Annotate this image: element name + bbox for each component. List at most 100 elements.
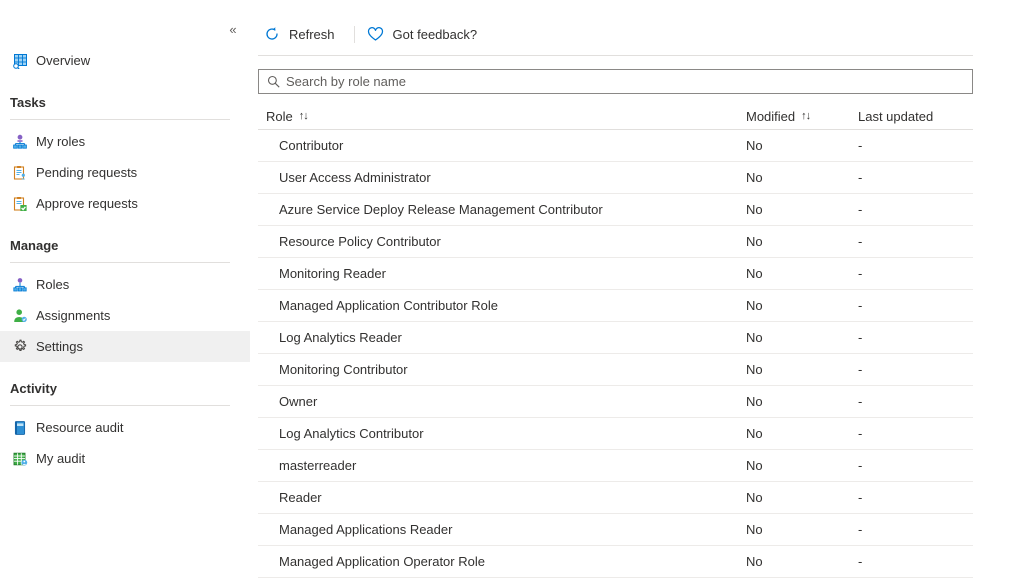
assignments-icon bbox=[10, 306, 30, 326]
sort-icon: ↑↓ bbox=[801, 110, 810, 122]
search-area bbox=[258, 69, 973, 94]
spreadsheet-icon bbox=[10, 449, 30, 469]
table-row[interactable]: User Access AdministratorNo- bbox=[258, 162, 973, 194]
cell-role: Azure Service Deploy Release Management … bbox=[258, 202, 746, 217]
cell-role: Managed Applications Reader bbox=[258, 522, 746, 537]
cell-last-updated: - bbox=[858, 394, 973, 409]
sidebar-section-title-manage: Manage bbox=[0, 236, 250, 256]
sidebar-item-settings[interactable]: Settings bbox=[0, 331, 250, 362]
cell-modified: No bbox=[746, 298, 858, 313]
cell-last-updated: - bbox=[858, 330, 973, 345]
book-icon bbox=[10, 418, 30, 438]
table-header-row: Role ↑↓ Modified ↑↓ Last updated bbox=[258, 103, 973, 130]
people-icon bbox=[10, 132, 30, 152]
azure-pim-roles-page: « Overview Tasks bbox=[0, 0, 1011, 587]
search-input[interactable] bbox=[286, 74, 972, 89]
cell-last-updated: - bbox=[858, 554, 973, 569]
sidebar: « Overview Tasks bbox=[0, 0, 250, 587]
column-header-modified[interactable]: Modified ↑↓ bbox=[746, 109, 858, 124]
column-header-role[interactable]: Role ↑↓ bbox=[258, 109, 746, 124]
cell-role: Monitoring Reader bbox=[258, 266, 746, 281]
cell-modified: No bbox=[746, 362, 858, 377]
command-separator bbox=[354, 26, 355, 43]
table-row[interactable]: OwnerNo- bbox=[258, 386, 973, 418]
sidebar-item-my-roles[interactable]: My roles bbox=[0, 126, 250, 157]
sidebar-item-my-audit[interactable]: My audit bbox=[0, 443, 250, 474]
clipboard-approve-icon bbox=[10, 194, 30, 214]
sidebar-collapse-button[interactable]: « bbox=[222, 18, 244, 40]
column-header-label: Last updated bbox=[858, 109, 933, 124]
feedback-button[interactable]: Got feedback? bbox=[364, 20, 488, 48]
chevron-double-left-icon: « bbox=[229, 22, 236, 37]
cell-last-updated: - bbox=[858, 458, 973, 473]
search-icon bbox=[266, 75, 280, 89]
cell-modified: No bbox=[746, 234, 858, 249]
cell-last-updated: - bbox=[858, 490, 973, 505]
cell-last-updated: - bbox=[858, 234, 973, 249]
feedback-label: Got feedback? bbox=[393, 27, 478, 42]
column-header-last-updated[interactable]: Last updated bbox=[858, 109, 973, 124]
command-bar: Refresh Got feedback? bbox=[250, 17, 1011, 51]
cell-role: Managed Application Operator Role bbox=[258, 554, 746, 569]
cell-last-updated: - bbox=[858, 266, 973, 281]
table-row[interactable]: Monitoring ReaderNo- bbox=[258, 258, 973, 290]
heart-icon bbox=[366, 24, 386, 44]
cell-role: masterreader bbox=[258, 458, 746, 473]
sidebar-item-label: Settings bbox=[36, 339, 83, 354]
cell-role: Resource Policy Contributor bbox=[258, 234, 746, 249]
roles-icon bbox=[10, 275, 30, 295]
sidebar-item-resource-audit[interactable]: Resource audit bbox=[0, 412, 250, 443]
refresh-button[interactable]: Refresh bbox=[260, 20, 345, 48]
sidebar-section-title-activity: Activity bbox=[0, 379, 250, 399]
sidebar-item-label: My roles bbox=[36, 134, 85, 149]
cell-last-updated: - bbox=[858, 298, 973, 313]
cell-role: Reader bbox=[258, 490, 746, 505]
cell-modified: No bbox=[746, 458, 858, 473]
cell-role: Contributor bbox=[258, 138, 746, 153]
cell-modified: No bbox=[746, 426, 858, 441]
cell-role: Log Analytics Contributor bbox=[258, 426, 746, 441]
cell-role: Managed Application Contributor Role bbox=[258, 298, 746, 313]
table-row[interactable]: ReaderNo- bbox=[258, 482, 973, 514]
main-content: Refresh Got feedback? bbox=[250, 0, 1011, 587]
sidebar-item-label: Resource audit bbox=[36, 420, 123, 435]
table-row[interactable]: Log Analytics ContributorNo- bbox=[258, 418, 973, 450]
table-row[interactable]: Managed Application Contributor RoleNo- bbox=[258, 290, 973, 322]
sidebar-item-label: My audit bbox=[36, 451, 85, 466]
sidebar-item-roles[interactable]: Roles bbox=[0, 269, 250, 300]
table-row[interactable]: masterreaderNo- bbox=[258, 450, 973, 482]
sidebar-item-label: Overview bbox=[36, 53, 90, 68]
cell-modified: No bbox=[746, 138, 858, 153]
toolbar-divider bbox=[258, 55, 973, 56]
clipboard-pending-icon bbox=[10, 163, 30, 183]
cell-modified: No bbox=[746, 394, 858, 409]
cell-modified: No bbox=[746, 554, 858, 569]
sidebar-section-title-tasks: Tasks bbox=[0, 93, 250, 113]
sidebar-item-assignments[interactable]: Assignments bbox=[0, 300, 250, 331]
sort-icon: ↑↓ bbox=[299, 110, 308, 122]
cell-modified: No bbox=[746, 490, 858, 505]
table-row[interactable]: Monitoring ContributorNo- bbox=[258, 354, 973, 386]
table-row[interactable]: Log Analytics ReaderNo- bbox=[258, 322, 973, 354]
cell-modified: No bbox=[746, 266, 858, 281]
table-row[interactable]: Managed Application Operator RoleNo- bbox=[258, 546, 973, 578]
sidebar-item-label: Assignments bbox=[36, 308, 110, 323]
sidebar-item-pending-requests[interactable]: Pending requests bbox=[0, 157, 250, 188]
table-row[interactable]: Resource Policy ContributorNo- bbox=[258, 226, 973, 258]
sidebar-item-approve-requests[interactable]: Approve requests bbox=[0, 188, 250, 219]
search-box[interactable] bbox=[258, 69, 973, 94]
cell-last-updated: - bbox=[858, 522, 973, 537]
column-header-label: Role bbox=[266, 109, 293, 124]
table-row[interactable]: ContributorNo- bbox=[258, 130, 973, 162]
sidebar-item-overview[interactable]: Overview bbox=[0, 45, 250, 76]
sidebar-section-divider bbox=[10, 262, 230, 263]
cell-last-updated: - bbox=[858, 170, 973, 185]
cell-last-updated: - bbox=[858, 426, 973, 441]
cell-role: User Access Administrator bbox=[258, 170, 746, 185]
sidebar-section-divider bbox=[10, 119, 230, 120]
table-row[interactable]: Managed Applications ReaderNo- bbox=[258, 514, 973, 546]
refresh-icon bbox=[262, 24, 282, 44]
cell-modified: No bbox=[746, 170, 858, 185]
table-row[interactable]: Azure Service Deploy Release Management … bbox=[258, 194, 973, 226]
gear-icon bbox=[10, 337, 30, 357]
